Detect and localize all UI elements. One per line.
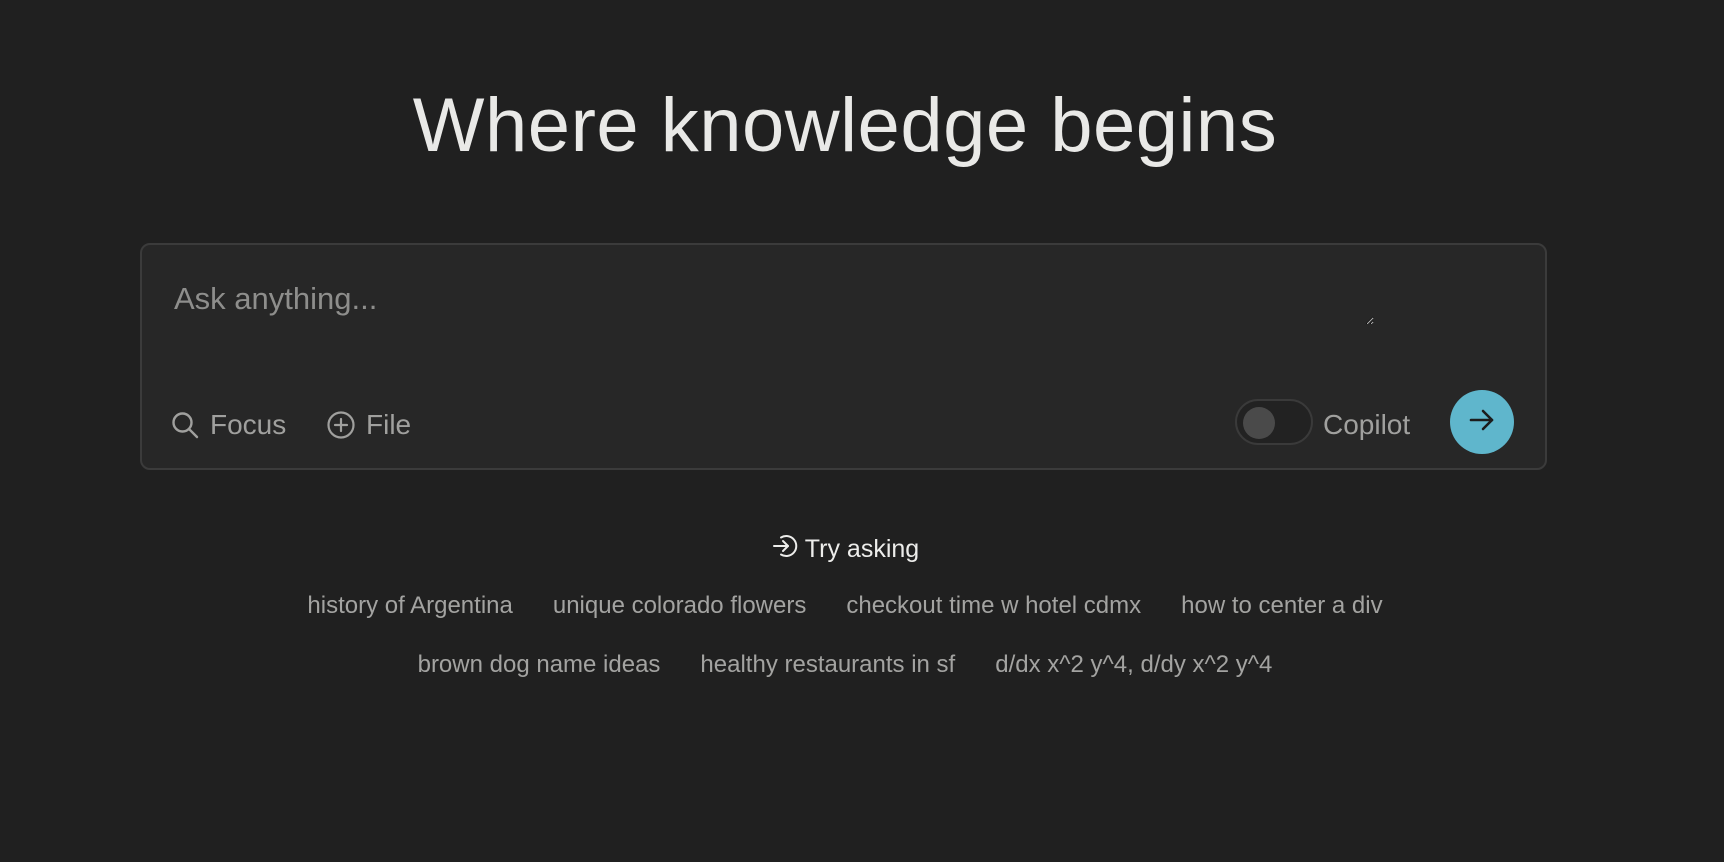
arrow-right-icon — [1467, 405, 1497, 440]
suggestion-chip[interactable]: history of Argentina — [307, 592, 512, 620]
try-asking-heading: Try asking — [0, 532, 1690, 567]
submit-button[interactable] — [1450, 390, 1514, 454]
focus-button[interactable]: Focus — [170, 403, 286, 447]
focus-label: Focus — [210, 409, 287, 440]
search-box: Focus File Copilot — [140, 243, 1547, 470]
search-icon — [170, 410, 200, 440]
suggestion-chip[interactable]: brown dog name ideas — [418, 651, 661, 679]
search-input[interactable] — [174, 281, 1374, 325]
toggle-knob — [1243, 407, 1275, 439]
suggestion-row: history of Argentina unique colorado flo… — [0, 592, 1690, 620]
page-title: Where knowledge begins — [412, 83, 1278, 168]
home-page: Where knowledge begins Focus File — [0, 0, 1724, 862]
file-label: File — [366, 409, 412, 440]
try-asking-label: Try asking — [804, 535, 920, 563]
arrow-into-circle-icon — [771, 532, 799, 567]
copilot-label: Copilot — [1323, 409, 1411, 440]
suggestion-chip[interactable]: unique colorado flowers — [553, 592, 807, 620]
plus-circle-icon — [326, 410, 356, 440]
suggestion-row: brown dog name ideas healthy restaurants… — [0, 651, 1690, 679]
file-button[interactable]: File — [326, 403, 411, 447]
suggestion-chip[interactable]: d/dx x^2 y^4, d/dy x^2 y^4 — [995, 651, 1272, 679]
suggestion-chip[interactable]: checkout time w hotel cdmx — [846, 592, 1141, 620]
suggestion-chip[interactable]: how to center a div — [1181, 592, 1382, 620]
copilot-toggle[interactable] — [1235, 399, 1313, 445]
suggestion-chip[interactable]: healthy restaurants in sf — [700, 651, 955, 679]
